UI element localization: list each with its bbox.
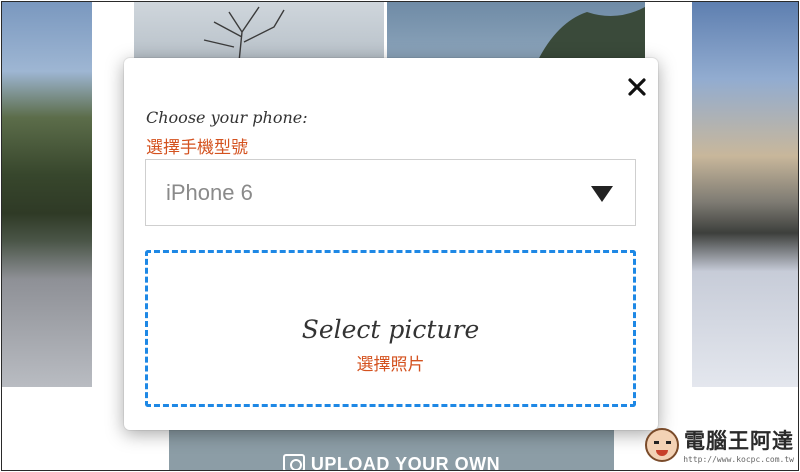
phone-picture-modal: Choose your phone: 選擇手機型號 iPhone 6 Selec… xyxy=(124,58,658,430)
phone-model-select[interactable]: iPhone 6 xyxy=(145,159,636,226)
select-picture-subtitle-zh: 選擇照片 xyxy=(356,355,425,375)
tree-silhouette xyxy=(537,7,645,62)
background-photo-right[interactable] xyxy=(692,2,798,387)
camera-icon xyxy=(282,454,305,470)
close-icon xyxy=(628,78,646,96)
select-picture-dropzone[interactable]: Select picture 選擇照片 xyxy=(145,250,636,407)
choose-phone-label-zh: 選擇手機型號 xyxy=(146,138,248,158)
phone-model-selected-value: iPhone 6 xyxy=(166,179,253,205)
background-photo-left[interactable] xyxy=(2,2,92,387)
tree-illustration xyxy=(203,6,285,62)
choose-phone-label: Choose your phone: xyxy=(146,108,308,127)
watermark-title: 電腦王阿達 xyxy=(684,429,794,453)
mascot-logo-icon xyxy=(645,427,680,462)
close-button[interactable] xyxy=(622,72,652,102)
watermark-url: http://www.kocpc.com.tw xyxy=(683,455,794,464)
screen-frame: UPLOAD YOUR OWN Choose your phone: 選擇手機型… xyxy=(1,1,799,471)
upload-your-own-button[interactable]: UPLOAD YOUR OWN xyxy=(169,430,614,471)
background-photo-top-left[interactable] xyxy=(134,2,384,62)
background-photo-top-right[interactable] xyxy=(387,2,645,62)
upload-button-label: UPLOAD YOUR OWN xyxy=(310,454,501,471)
caret-down-icon xyxy=(591,186,613,202)
watermark: 電腦王阿達 http://www.kocpc.com.tw xyxy=(645,425,794,464)
select-picture-title: Select picture xyxy=(301,315,480,344)
